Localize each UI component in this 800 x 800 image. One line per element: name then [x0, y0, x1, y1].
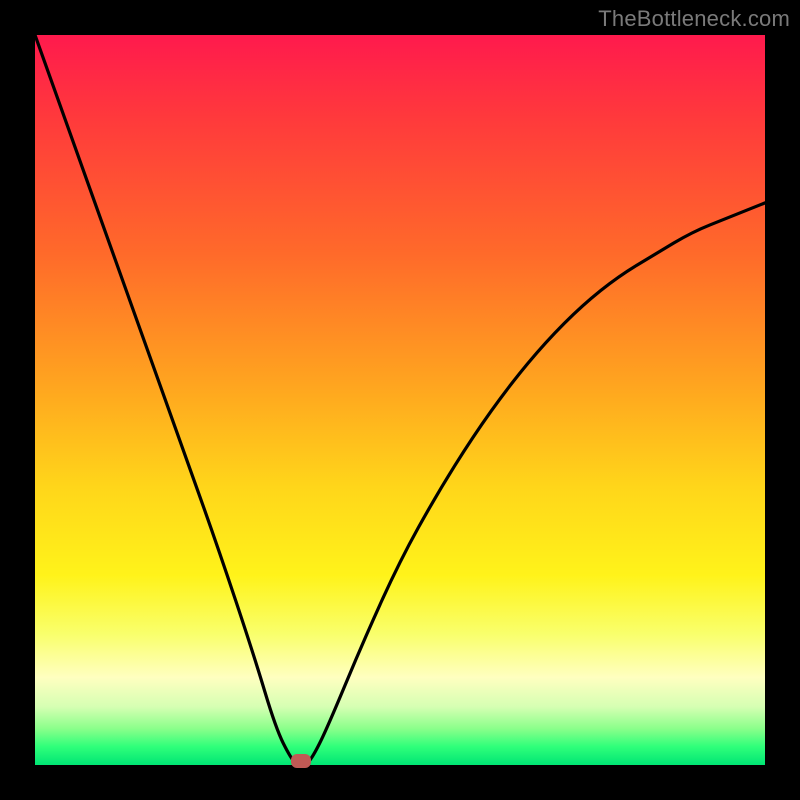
chart-frame: TheBottleneck.com [0, 0, 800, 800]
optimal-point-marker [291, 754, 311, 768]
bottleneck-curve [35, 35, 765, 765]
watermark-text: TheBottleneck.com [598, 6, 790, 32]
plot-area [35, 35, 765, 765]
